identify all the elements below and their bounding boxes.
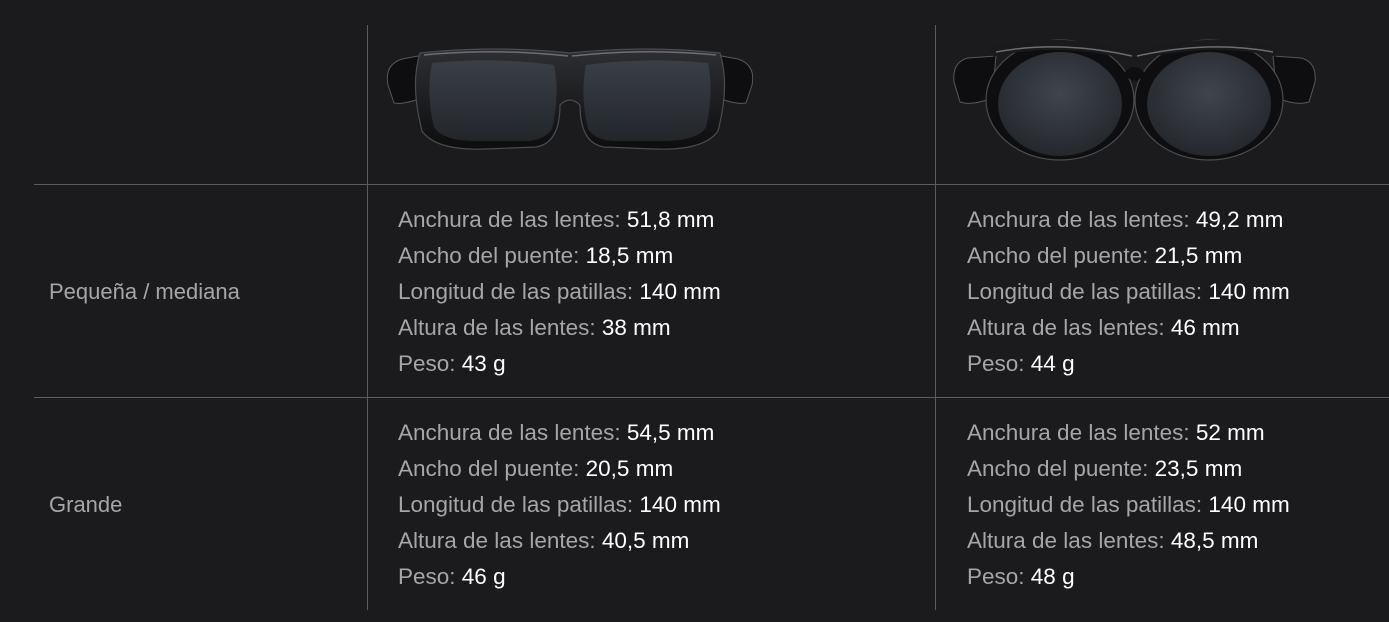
spec-bridge-width: Ancho del puente: 21,5 mm (967, 243, 1243, 268)
spec-lens-height: Altura de las lentes: 40,5 mm (398, 528, 690, 553)
round-glasses-image (953, 39, 1316, 161)
column-divider-2 (935, 25, 936, 610)
specs-rectangular-large: Anchura de las lentes: 54,5 mm Ancho del… (398, 415, 721, 595)
spec-lens-height: Altura de las lentes: 38 mm (398, 315, 671, 340)
spec-bridge-width: Ancho del puente: 20,5 mm (398, 456, 674, 481)
specs-round-large: Anchura de las lentes: 52 mm Ancho del p… (967, 415, 1290, 595)
row-divider-2 (34, 397, 1389, 398)
spec-lens-width: Anchura de las lentes: 51,8 mm (398, 207, 715, 232)
spec-bridge-width: Ancho del puente: 18,5 mm (398, 243, 674, 268)
specs-round-small-medium: Anchura de las lentes: 49,2 mm Ancho del… (967, 202, 1290, 382)
spec-temple-length: Longitud de las patillas: 140 mm (967, 279, 1290, 304)
spec-temple-length: Longitud de las patillas: 140 mm (967, 492, 1290, 517)
specs-rectangular-small-medium: Anchura de las lentes: 51,8 mm Ancho del… (398, 202, 721, 382)
spec-bridge-width: Ancho del puente: 23,5 mm (967, 456, 1243, 481)
row-divider-1 (34, 184, 1389, 185)
spec-weight: Peso: 48 g (967, 564, 1075, 589)
spec-lens-height: Altura de las lentes: 46 mm (967, 315, 1240, 340)
spec-lens-width: Anchura de las lentes: 52 mm (967, 420, 1265, 445)
spec-temple-length: Longitud de las patillas: 140 mm (398, 492, 721, 517)
spec-temple-length: Longitud de las patillas: 140 mm (398, 279, 721, 304)
column-divider-1 (367, 25, 368, 610)
row-label-small-medium: Pequeña / mediana (49, 279, 240, 304)
spec-weight: Peso: 44 g (967, 351, 1075, 376)
spec-lens-width: Anchura de las lentes: 49,2 mm (967, 207, 1284, 232)
size-comparison-table: Pequeña / mediana Anchura de las lentes:… (34, 0, 1389, 622)
spec-lens-width: Anchura de las lentes: 54,5 mm (398, 420, 715, 445)
row-label-large: Grande (49, 492, 123, 517)
spec-weight: Peso: 46 g (398, 564, 506, 589)
rectangular-glasses-image (386, 48, 754, 150)
spec-lens-height: Altura de las lentes: 48,5 mm (967, 528, 1259, 553)
spec-weight: Peso: 43 g (398, 351, 506, 376)
